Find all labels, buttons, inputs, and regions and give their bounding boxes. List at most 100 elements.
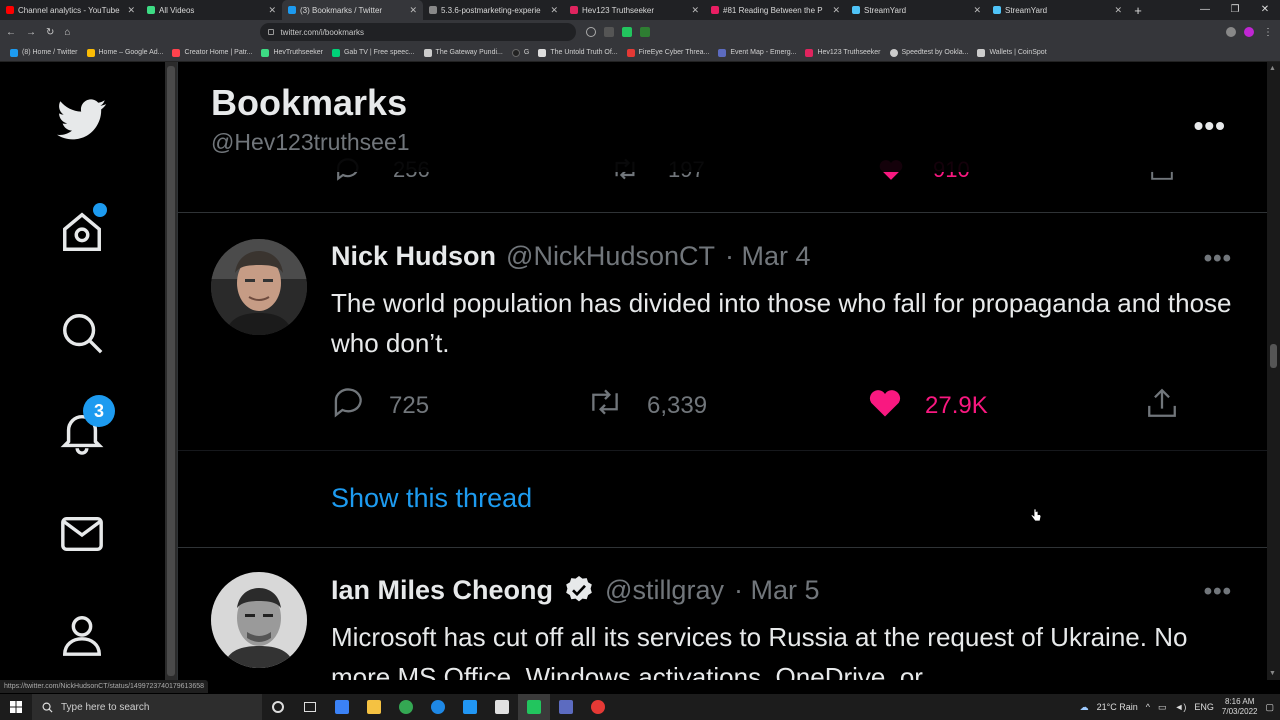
- page-scrollbar[interactable]: ▲ ▼: [1267, 62, 1280, 680]
- language-indicator[interactable]: ENG: [1194, 702, 1214, 712]
- weather-icon[interactable]: ☁: [1080, 702, 1089, 713]
- search-icon[interactable]: [57, 308, 107, 358]
- browser-tab[interactable]: 5.3.6-postmarketing-experie ✕: [423, 0, 564, 20]
- tweet-more-icon[interactable]: •••: [1204, 245, 1232, 273]
- reply-button[interactable]: 725: [331, 386, 429, 425]
- new-tab-icon[interactable]: +: [1128, 3, 1148, 18]
- close-icon[interactable]: ✕: [127, 5, 135, 16]
- browser-tab[interactable]: All Videos ✕: [141, 0, 282, 20]
- browser-menu-icon[interactable]: ⋮: [1262, 27, 1274, 38]
- share-button[interactable]: [1144, 386, 1180, 427]
- browser-tab[interactable]: StreamYard ✕: [846, 0, 987, 20]
- extension-icon[interactable]: [640, 27, 650, 37]
- show-thread-link[interactable]: Show this thread: [331, 483, 532, 514]
- forward-icon[interactable]: →: [26, 27, 36, 38]
- app-icon[interactable]: [550, 694, 582, 720]
- retweet-count: 6,339: [647, 391, 708, 419]
- bookmark-item[interactable]: Event Map - Emerg...: [718, 48, 796, 57]
- file-explorer-icon[interactable]: [358, 694, 390, 720]
- author-handle[interactable]: @NickHudsonCT: [506, 241, 715, 272]
- bookmark-item[interactable]: FireEye Cyber Threa...: [626, 48, 709, 57]
- notification-center-icon[interactable]: ▢: [1265, 702, 1274, 713]
- reload-icon[interactable]: ↻: [46, 27, 54, 38]
- close-icon[interactable]: ✕: [691, 5, 699, 16]
- tweet-date[interactable]: · Mar 4: [725, 241, 811, 272]
- browser-tab-active[interactable]: (3) Bookmarks / Twitter ✕: [282, 0, 423, 20]
- app-icon[interactable]: [518, 694, 550, 720]
- chrome-icon[interactable]: [582, 694, 614, 720]
- close-icon[interactable]: ✕: [550, 5, 558, 16]
- retweet-button[interactable]: 6,339: [585, 386, 707, 425]
- scrollbar-thumb[interactable]: [1270, 344, 1277, 368]
- avatar[interactable]: [211, 572, 307, 668]
- bookmark-item[interactable]: The Gateway Pundi...: [423, 48, 503, 57]
- minimize-icon[interactable]: —: [1190, 0, 1220, 20]
- extension-icon[interactable]: [1226, 27, 1236, 37]
- home-icon[interactable]: [57, 203, 107, 257]
- edge-icon[interactable]: [390, 694, 422, 720]
- taskbar-search-input[interactable]: Type here to search: [32, 694, 262, 720]
- bookmark-item[interactable]: G: [511, 48, 529, 57]
- home-browser-icon[interactable]: ⌂: [64, 27, 70, 38]
- link-status-url: https://twitter.com/NickHudsonCT/status/…: [0, 680, 209, 693]
- bookmark-item[interactable]: (8) Home / Twitter: [10, 48, 78, 57]
- app-icon[interactable]: [326, 694, 358, 720]
- messages-icon[interactable]: [57, 509, 107, 559]
- bookmark-item[interactable]: The Untold Truth Of...: [538, 48, 618, 57]
- like-button[interactable]: 27.9K: [867, 386, 988, 425]
- close-window-icon[interactable]: ✕: [1250, 0, 1280, 20]
- zoom-icon[interactable]: [604, 27, 614, 37]
- url-input[interactable]: twitter.com/i/bookmarks: [260, 23, 576, 41]
- tray-chevron-icon[interactable]: ^: [1146, 702, 1150, 712]
- ie-icon[interactable]: [422, 694, 454, 720]
- browser-tab[interactable]: #81 Reading Between the P ✕: [705, 0, 846, 20]
- tweet[interactable]: Ian Miles Cheong @stillgray · Mar 5 ••• …: [178, 548, 1267, 680]
- tweet-more-icon[interactable]: •••: [1204, 578, 1232, 606]
- back-icon[interactable]: ←: [6, 27, 16, 38]
- system-tray: ☁ 21°C Rain ^ ▭ ◄) ENG 8:16 AM 7/03/2022…: [1080, 694, 1280, 720]
- browser-tab[interactable]: Channel analytics - YouTube ✕: [0, 0, 141, 20]
- bookmark-item[interactable]: Creator Home | Patr...: [172, 48, 252, 57]
- task-view-icon[interactable]: [294, 694, 326, 720]
- bookmark-item[interactable]: Home – Google Ad...: [86, 48, 163, 57]
- browser-tab[interactable]: Hev123 Truthseeker ✕: [564, 0, 705, 20]
- extension-icon[interactable]: [622, 27, 632, 37]
- bookmark-item[interactable]: Wallets | CoinSpot: [977, 48, 1047, 57]
- scroll-up-icon[interactable]: ▲: [1269, 65, 1276, 72]
- extension-icon[interactable]: [586, 27, 596, 37]
- bookmark-item[interactable]: HevTruthseeker: [261, 48, 323, 57]
- author-name[interactable]: Nick Hudson: [331, 241, 496, 272]
- sidebar-scrollbar[interactable]: [165, 62, 177, 680]
- windows-start-icon[interactable]: [0, 694, 32, 720]
- app-icon[interactable]: [454, 694, 486, 720]
- avatar[interactable]: [211, 239, 307, 335]
- bookmark-item[interactable]: Speedtest by Ookla...: [889, 48, 968, 57]
- author-handle[interactable]: @stillgray: [605, 575, 724, 606]
- cortana-icon[interactable]: [262, 694, 294, 720]
- close-icon[interactable]: ✕: [973, 5, 981, 16]
- scroll-down-icon[interactable]: ▼: [1269, 670, 1276, 677]
- notifications-icon[interactable]: 3: [57, 395, 115, 457]
- network-icon[interactable]: ▭: [1158, 702, 1167, 713]
- bookmark-item[interactable]: Hev123 Truthseeker: [805, 48, 881, 57]
- close-icon[interactable]: ✕: [409, 5, 417, 16]
- tweet[interactable]: Nick Hudson @NickHudsonCT · Mar 4 ••• Th…: [178, 213, 1267, 548]
- twitter-logo-icon[interactable]: [57, 95, 107, 145]
- clock[interactable]: 8:16 AM 7/03/2022: [1222, 697, 1258, 717]
- app-icon[interactable]: [486, 694, 518, 720]
- browser-tab[interactable]: StreamYard ✕: [987, 0, 1128, 20]
- close-icon[interactable]: ✕: [1114, 5, 1122, 16]
- weather-text[interactable]: 21°C Rain: [1097, 702, 1138, 712]
- bookmark-item[interactable]: Gab TV | Free speec...: [331, 48, 415, 57]
- close-icon[interactable]: ✕: [268, 5, 276, 16]
- profile-icon[interactable]: [57, 610, 107, 660]
- close-icon[interactable]: ✕: [832, 5, 840, 16]
- more-options-icon[interactable]: •••: [1194, 110, 1226, 142]
- restore-icon[interactable]: ❐: [1220, 0, 1250, 20]
- lock-icon: [268, 29, 275, 35]
- author-name[interactable]: Ian Miles Cheong: [331, 575, 553, 606]
- tweet-date[interactable]: · Mar 5: [734, 575, 820, 606]
- volume-icon[interactable]: ◄): [1174, 702, 1186, 712]
- profile-avatar-icon[interactable]: [1244, 27, 1254, 37]
- verified-badge-icon: [563, 574, 595, 606]
